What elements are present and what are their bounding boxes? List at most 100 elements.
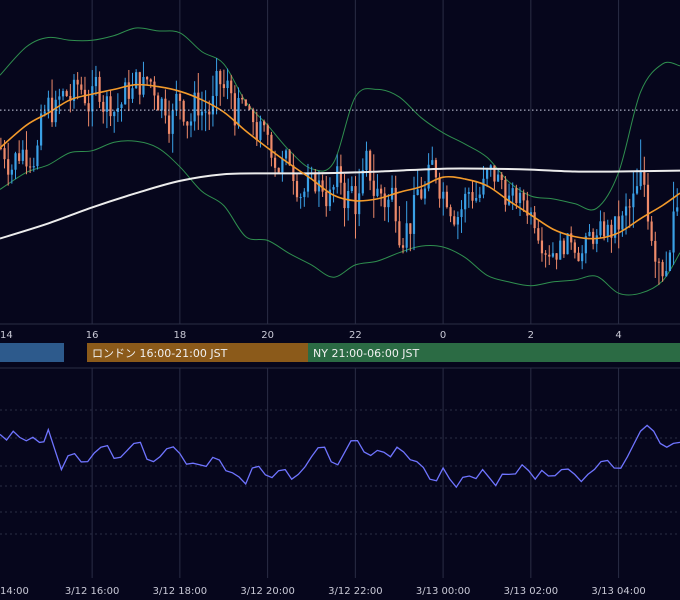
candle-body [504, 179, 507, 205]
candle-body [10, 169, 13, 175]
candle-body [559, 240, 562, 260]
candle-body [343, 182, 346, 209]
candle-body [156, 95, 160, 111]
candle-body [548, 254, 551, 257]
candle-body [266, 125, 269, 135]
hour-tick-label: 18 [174, 330, 187, 341]
candle-body [646, 184, 650, 222]
candle-body [54, 99, 57, 123]
candle-body [537, 228, 540, 241]
candle-body [500, 174, 503, 180]
candle-body [25, 149, 28, 167]
candle-body [178, 93, 182, 101]
candle-body [171, 110, 174, 134]
candle-body [566, 233, 569, 255]
candle-body [486, 169, 489, 179]
candle-body [657, 261, 661, 263]
candle-body [518, 192, 522, 204]
hour-tick-label: 2 [528, 330, 534, 341]
candle-body [175, 93, 178, 111]
candle-body [255, 122, 258, 140]
candle-body [471, 192, 474, 201]
chart-canvas: 14 16 18 20 22 0 2 4 ロンドン 16:00-21:00 JST NY 21… [0, 0, 680, 600]
candle-body [606, 224, 609, 237]
candle-body [47, 97, 50, 112]
candle-body [94, 76, 98, 87]
candle-body [80, 84, 83, 90]
candle-body [478, 194, 481, 199]
candle-body [453, 216, 456, 225]
candle-body [259, 121, 262, 140]
candle-body [105, 96, 108, 112]
candle-body [263, 121, 266, 126]
candle-body [138, 72, 141, 95]
candle-body [398, 221, 401, 246]
candle-body [270, 134, 273, 158]
candle-body [456, 217, 459, 225]
candle-body [21, 149, 24, 161]
candle-body [273, 157, 277, 168]
candle-body [98, 76, 101, 102]
candle-body [409, 223, 412, 234]
candle-body [423, 188, 427, 199]
candle-body [332, 187, 335, 190]
candle-body [182, 100, 185, 122]
candle-body [379, 188, 383, 194]
candle-body [405, 223, 408, 248]
date-tick-label: 3/12 22:00 [328, 586, 382, 597]
candle-body [208, 111, 211, 115]
candle-body [665, 271, 668, 277]
candle-body [383, 193, 386, 208]
candle-body [581, 253, 584, 262]
candle-body [387, 199, 390, 208]
candle-body [431, 160, 434, 165]
candle-body [219, 71, 222, 85]
candle-body [445, 191, 448, 208]
candle-body [65, 91, 68, 97]
candle-body [153, 81, 156, 96]
candle-body [643, 170, 646, 185]
candle-body [3, 148, 6, 160]
candle-body [226, 80, 229, 89]
candle-body [464, 193, 467, 210]
candle-body [449, 207, 452, 217]
candle-body [299, 197, 302, 199]
candle-body [624, 206, 628, 216]
candle-body [599, 221, 602, 236]
candle-body [350, 186, 353, 191]
candle-body [533, 212, 536, 229]
candle-body [540, 240, 544, 254]
candle-body [482, 178, 485, 195]
candle-body [369, 150, 372, 181]
candle-body [621, 215, 624, 230]
date-tick-label: 3/13 00:00 [416, 586, 470, 597]
candle-body [43, 111, 46, 114]
candle-body [248, 105, 251, 110]
candle-body [654, 240, 657, 262]
candle-body [496, 174, 500, 182]
date-tick-label: 3/13 04:00 [591, 586, 645, 597]
candle-body [244, 99, 247, 106]
chart-background [0, 0, 680, 600]
candle-body [61, 91, 65, 97]
session-tokyo [0, 343, 64, 362]
candle-body [650, 221, 653, 241]
candle-body [200, 111, 204, 116]
candle-body [515, 188, 518, 204]
candle-body [18, 153, 21, 161]
candle-body [215, 71, 218, 96]
candle-body [303, 191, 306, 198]
candle-body [617, 216, 620, 230]
candle-body [573, 242, 576, 253]
candle-body [189, 121, 193, 126]
hour-tick-label: 0 [440, 330, 446, 341]
candle-body [460, 209, 463, 218]
candle-body [29, 166, 32, 168]
candle-body [632, 193, 635, 208]
candle-body [544, 253, 547, 255]
candle-body [511, 188, 514, 196]
candle-body [32, 166, 35, 168]
candle-body [186, 121, 189, 126]
candle-body [661, 262, 664, 277]
session-london-label: ロンドン 16:00-21:00 JST [92, 347, 228, 360]
